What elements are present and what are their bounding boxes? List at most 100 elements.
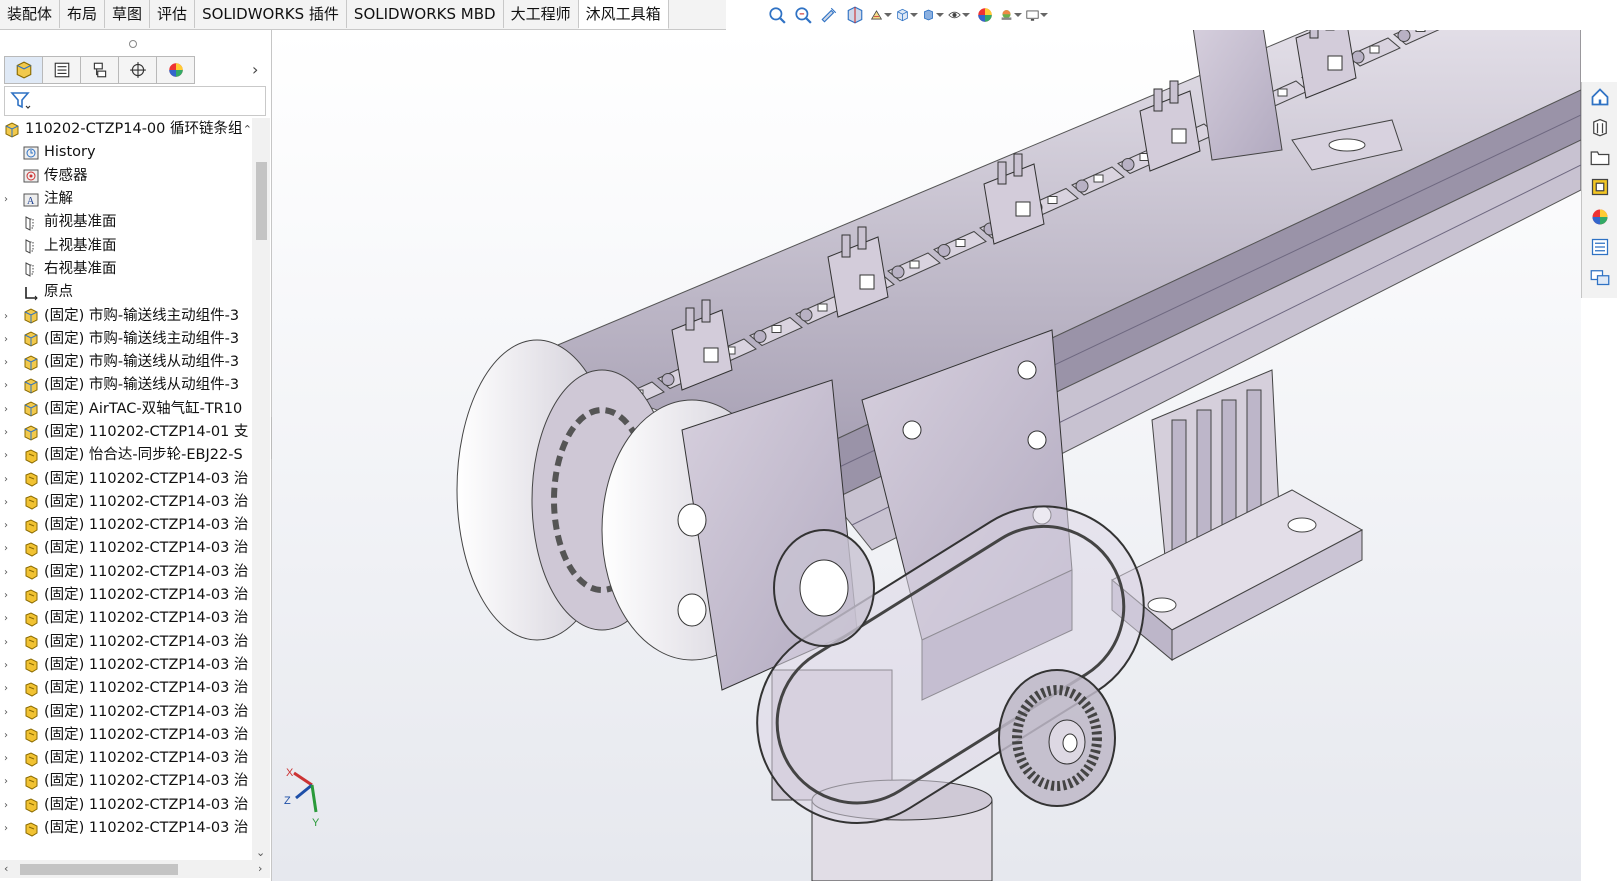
tree-vertical-scroll-thumb[interactable] — [256, 162, 267, 240]
tree-filter[interactable] — [4, 86, 266, 116]
tree-item[interactable]: › (固定) 110202-CTZP14-03 治 — [0, 631, 252, 654]
expand-arrow-icon[interactable]: › — [0, 817, 12, 840]
tab-3[interactable]: 评估 — [150, 0, 196, 28]
expand-arrow-icon[interactable]: › — [0, 631, 12, 654]
expand-arrow-icon[interactable]: › — [0, 398, 12, 421]
expand-arrow-icon[interactable]: › — [0, 305, 12, 328]
expand-arrow-icon[interactable]: › — [0, 374, 12, 397]
dimxpert-tab[interactable] — [118, 56, 156, 84]
appearances-pane-tab[interactable] — [1582, 202, 1617, 232]
design-library-pane-tab[interactable] — [1582, 112, 1617, 142]
tree-horizontal-scroll-thumb[interactable] — [20, 864, 178, 875]
zoom-to-area-button[interactable] — [792, 4, 814, 26]
expand-arrow-icon[interactable]: › — [0, 468, 12, 491]
tree-item[interactable]: › (固定) 110202-CTZP14-03 治 — [0, 514, 252, 537]
tree-vertical-scrollbar[interactable]: ⌄ — [252, 118, 270, 860]
hide-show-items-button[interactable] — [948, 4, 970, 26]
edit-appearance-button[interactable] — [974, 4, 996, 26]
tree-item[interactable]: › (固定) 怡合达-同步轮-EBJ22-S — [0, 444, 252, 467]
tab-5[interactable]: SOLIDWORKS MBD — [347, 0, 504, 28]
tree-item[interactable]: › (固定) 110202-CTZP14-03 治 — [0, 770, 252, 793]
expand-arrow-icon[interactable]: › — [0, 654, 12, 677]
tree-item[interactable]: › (固定) 110202-CTZP14-03 治 — [0, 537, 252, 560]
tree-root[interactable]: 110202-CTZP14-00 循环链条组件 ⌃ — [0, 118, 252, 141]
file-explorer-pane-tab[interactable] — [1582, 142, 1617, 172]
tree-item[interactable]: › (固定) 110202-CTZP14-01 支 — [0, 421, 252, 444]
expand-arrow-icon[interactable]: › — [0, 188, 12, 211]
tree-item[interactable]: › (固定) 110202-CTZP14-03 治 — [0, 700, 252, 723]
featuremanager-tab[interactable] — [4, 56, 42, 84]
apply-scene-button[interactable] — [1000, 4, 1022, 26]
view-settings-button[interactable] — [1026, 4, 1048, 26]
tree-horizontal-scrollbar[interactable]: ‹ › — [0, 860, 270, 878]
expand-arrow-icon[interactable]: › — [0, 724, 12, 747]
forum-pane-tab[interactable] — [1582, 262, 1617, 292]
tree-item[interactable]: 传感器 — [0, 165, 252, 188]
tab-6[interactable]: 大工程师 — [504, 0, 579, 28]
view-palette-pane-tab[interactable] — [1582, 172, 1617, 202]
expand-arrow-icon[interactable]: › — [0, 770, 12, 793]
tree-item[interactable]: › (固定) 市购-输送线主动组件-3 — [0, 304, 252, 327]
propertymanager-tab[interactable] — [42, 56, 80, 84]
expand-arrow-icon[interactable]: › — [0, 607, 12, 630]
custom-properties-pane-tab[interactable] — [1582, 232, 1617, 262]
previous-view-button[interactable] — [818, 4, 840, 26]
tree-item[interactable]: History — [0, 141, 252, 164]
expand-arrow-icon[interactable]: › — [0, 491, 12, 514]
tree-item[interactable]: › (固定) 110202-CTZP14-03 治 — [0, 794, 252, 817]
manager-tabs-next-arrow[interactable]: › — [252, 60, 258, 79]
expand-arrow-icon[interactable]: › — [0, 351, 12, 374]
tree-scroll-up-icon[interactable]: ⌃ — [243, 118, 252, 141]
expand-arrow-icon[interactable]: › — [0, 677, 12, 700]
graphics-area[interactable]: X Z Y — [272, 30, 1581, 881]
expand-arrow-icon[interactable]: › — [0, 537, 12, 560]
tree-item[interactable]: › A 注解 — [0, 188, 252, 211]
tab-4[interactable]: SOLIDWORKS 插件 — [195, 0, 347, 28]
configurationmanager-tab[interactable] — [80, 56, 118, 84]
expand-arrow-icon[interactable]: › — [0, 747, 12, 770]
tree-item[interactable]: › (固定) 市购-输送线从动组件-3 — [0, 351, 252, 374]
tree-item[interactable]: › (固定) 110202-CTZP14-03 治 — [0, 677, 252, 700]
tree-item[interactable]: 上视基准面 — [0, 234, 252, 257]
section-view-button[interactable] — [844, 4, 866, 26]
tab-0[interactable]: 装配体 — [0, 0, 61, 28]
expand-arrow-icon[interactable]: › — [0, 794, 12, 817]
expand-arrow-icon[interactable]: › — [0, 701, 12, 724]
tree-item[interactable]: › (固定) 110202-CTZP14-03 治 — [0, 724, 252, 747]
tab-7[interactable]: 沐风工具箱 — [578, 0, 669, 29]
displaymanager-tab[interactable] — [156, 56, 195, 84]
scroll-left-icon[interactable]: ‹ — [4, 862, 8, 875]
panel-grip[interactable] — [129, 40, 137, 48]
zoom-to-fit-button[interactable] — [766, 4, 788, 26]
scroll-down-icon[interactable]: ⌄ — [256, 846, 265, 859]
conveyor-model-render[interactable]: X Z Y — [272, 30, 1581, 881]
filter-icon[interactable] — [9, 89, 33, 113]
tree-item[interactable]: › (固定) 110202-CTZP14-03 治 — [0, 584, 252, 607]
tree-item[interactable]: › (固定) 110202-CTZP14-03 治 — [0, 747, 252, 770]
tree-item[interactable]: › (固定) 市购-输送线主动组件-3 — [0, 328, 252, 351]
tree-item[interactable]: 前视基准面 — [0, 211, 252, 234]
tree-item[interactable]: 右视基准面 — [0, 258, 252, 281]
tab-1[interactable]: 布局 — [60, 0, 106, 28]
view-orientation-button[interactable] — [896, 4, 918, 26]
expand-arrow-icon[interactable]: › — [0, 444, 12, 467]
tree-item[interactable]: › (固定) 110202-CTZP14-03 治 — [0, 817, 252, 840]
tree-item[interactable]: › (固定) 110202-CTZP14-03 治 — [0, 467, 252, 490]
home-pane-tab[interactable] — [1582, 82, 1617, 112]
tree-item[interactable]: › (固定) 市购-输送线从动组件-3 — [0, 374, 252, 397]
scroll-right-icon[interactable]: › — [258, 862, 262, 875]
dynamic-annotation-button[interactable] — [870, 4, 892, 26]
tree-item[interactable]: › (固定) 110202-CTZP14-03 治 — [0, 607, 252, 630]
tree-item[interactable]: › (固定) 110202-CTZP14-03 治 — [0, 491, 252, 514]
tree-item[interactable]: 原点 — [0, 281, 252, 304]
expand-arrow-icon[interactable]: › — [0, 514, 12, 537]
expand-arrow-icon[interactable]: › — [0, 328, 12, 351]
tree-item[interactable]: › (固定) 110202-CTZP14-03 治 — [0, 654, 252, 677]
expand-arrow-icon[interactable]: › — [0, 561, 12, 584]
display-style-button[interactable] — [922, 4, 944, 26]
expand-arrow-icon[interactable]: › — [0, 421, 12, 444]
tree-item[interactable]: › (固定) AirTAC-双轴气缸-TR10 — [0, 398, 252, 421]
expand-arrow-icon[interactable]: › — [0, 584, 12, 607]
tree-item[interactable]: › (固定) 110202-CTZP14-03 治 — [0, 561, 252, 584]
tab-2[interactable]: 草图 — [105, 0, 151, 28]
